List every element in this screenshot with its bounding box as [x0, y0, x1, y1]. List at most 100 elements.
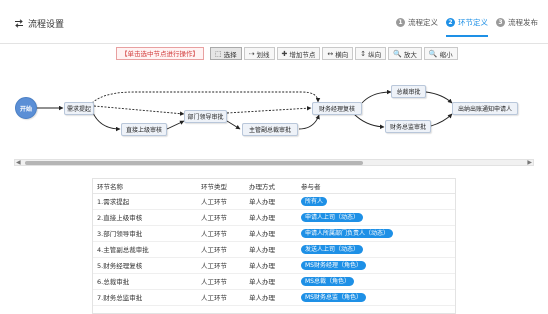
zoom-out-button-label: 缩小 — [439, 50, 453, 59]
step-number: 1 — [396, 18, 405, 27]
hint-text: 【单击选中节点进行操作】 — [116, 47, 204, 60]
add-node-button[interactable]: ✚ 增加节点 — [276, 47, 321, 60]
cell-name: 5.财务经理复核 — [93, 257, 197, 274]
participant-tag[interactable]: MS财务总监（角色） — [301, 292, 366, 302]
cell-type: 人工环节 — [197, 209, 245, 226]
cell-participant: 申请人所属部门负责人（动态） — [297, 225, 455, 242]
vertical-icon: ↕ — [360, 49, 367, 58]
edge-cfo-director — [353, 113, 385, 130]
cell-mode: 单人办理 — [245, 225, 297, 242]
column-header: 办理方式 — [245, 179, 297, 194]
participant-tag[interactable]: 申请人上司（动态） — [301, 212, 364, 222]
participant-tag[interactable]: 申请人所属部门负责人（动态） — [301, 228, 394, 238]
step-label: 流程发布 — [508, 18, 538, 27]
participant-tag[interactable]: MS总裁（角色） — [301, 276, 354, 286]
vertical-button-label: 纵向 — [368, 50, 382, 59]
cell-mode: 单人办理 — [245, 273, 297, 290]
zoom-in-button[interactable]: 🔍 放大 — [388, 47, 422, 60]
swap-icon — [15, 19, 23, 28]
edge-request-cfo — [91, 91, 321, 104]
column-header: 环节类型 — [197, 179, 245, 194]
cell-participant: MS财务总监（角色） — [297, 289, 455, 306]
flow-node[interactable]: 总裁审批 — [391, 85, 426, 98]
participant-tag[interactable]: 所有人 — [301, 196, 328, 206]
cell-name: 4.主管副总裁审批 — [93, 241, 197, 258]
vertical-button[interactable]: ↕ 纵向 — [355, 47, 387, 60]
page-title: 流程设置 — [28, 20, 65, 30]
participant-tag[interactable]: 发送人上司（动态） — [301, 244, 364, 254]
cursor-icon: ⬚ — [215, 49, 222, 58]
horizontal-button[interactable]: ↔ 横向 — [322, 47, 354, 60]
flow-toolbar: 【单击选中节点进行操作】 ⬚ 选择 ⇢ 划线 ✚ 增加节点 ↔ 横向 ↕ 纵向 … — [116, 47, 458, 60]
scrollbar-thumb[interactable] — [25, 161, 363, 165]
cell-mode: 单人办理 — [245, 289, 297, 306]
table-row[interactable]: 4.主管副总裁审批 人工环节 单人办理 发送人上司（动态） — [93, 241, 455, 258]
draw-line-button[interactable]: ⇢ 划线 — [243, 47, 275, 60]
edge-request-manager — [90, 107, 121, 132]
edge-dept-vp — [226, 120, 241, 130]
step-number: 3 — [496, 18, 505, 27]
cell-mode: 单人办理 — [245, 193, 297, 210]
zoom-out-icon: 🔍 — [428, 49, 438, 58]
select-button[interactable]: ⬚ 选择 — [210, 47, 242, 60]
scroll-right-icon[interactable]: ▶ — [527, 159, 532, 166]
cell-name: 1.需求提起 — [93, 193, 197, 210]
tab-step-1[interactable]: 1 流程定义 — [396, 17, 438, 34]
edge-director-cashier — [430, 113, 453, 127]
flow-node[interactable]: 直接上级审核 — [121, 123, 167, 136]
cell-participant: MS总裁（角色） — [297, 273, 455, 290]
cell-mode: 单人办理 — [245, 241, 297, 258]
table-row[interactable]: 6.总裁审批 人工环节 单人办理 MS总裁（角色） — [93, 273, 455, 290]
draw-line-button-label: 划线 — [256, 50, 270, 59]
select-button-label: 选择 — [223, 50, 237, 59]
flow-node[interactable]: 财务经理复核 — [312, 102, 362, 115]
step-label: 环节定义 — [458, 18, 488, 27]
page-title-group: 流程设置 — [14, 17, 64, 30]
cell-type: 人工环节 — [197, 273, 245, 290]
flow-node[interactable]: 部门领导审批 — [184, 110, 227, 123]
line-icon: ⇢ — [248, 49, 255, 58]
cell-name: 6.总裁审批 — [93, 273, 197, 290]
plus-icon: ✚ — [281, 49, 288, 58]
cell-participant: MS财务经理（角色） — [297, 257, 455, 274]
flow-node-start[interactable]: 开始 — [15, 97, 37, 119]
tab-step-3[interactable]: 3 流程发布 — [496, 17, 538, 34]
table-row[interactable]: 3.部门领导审批 人工环节 单人办理 申请人所属部门负责人（动态） — [93, 225, 455, 242]
scroll-left-icon[interactable]: ◀ — [16, 159, 21, 166]
cell-name: 7.财务总监审批 — [93, 289, 197, 306]
horizontal-icon: ↔ — [327, 49, 334, 58]
cell-mode: 单人办理 — [245, 257, 297, 274]
flow-canvas[interactable]: 开始 需求提起 直接上级审核 部门领导审批 主管副总裁审批 财务经理复核 总裁审… — [14, 66, 534, 158]
edge-president-cashier — [425, 91, 453, 104]
table-header-row: 环节名称 环节类型 办理方式 参与者 — [93, 179, 455, 194]
cell-name: 2.直接上级审核 — [93, 209, 197, 226]
table-row[interactable]: 5.财务经理复核 人工环节 单人办理 MS财务经理（角色） — [93, 257, 455, 274]
horizontal-scrollbar[interactable]: ◀ ▶ — [14, 159, 534, 166]
cell-participant: 发送人上司（动态） — [297, 241, 455, 258]
cell-type: 人工环节 — [197, 257, 245, 274]
edge-cfo-president — [361, 89, 392, 104]
flow-node[interactable]: 主管副总裁审批 — [242, 123, 298, 136]
cell-participant: 所有人 — [297, 193, 455, 210]
zoom-out-button[interactable]: 🔍 缩小 — [423, 47, 458, 60]
step-label: 流程定义 — [408, 18, 438, 27]
tab-step-2[interactable]: 2 环节定义 — [446, 17, 488, 37]
flow-node[interactable]: 需求提起 — [64, 102, 94, 115]
cell-participant: 申请人上司（动态） — [297, 209, 455, 226]
cell-type: 人工环节 — [197, 193, 245, 210]
cell-type: 人工环节 — [197, 241, 245, 258]
add-node-button-label: 增加节点 — [289, 50, 316, 59]
participant-tag[interactable]: MS财务经理（角色） — [301, 260, 366, 270]
step-tabs: 1 流程定义 2 环节定义 3 流程发布 — [396, 17, 538, 37]
zoom-in-button-label: 放大 — [403, 50, 417, 59]
flow-node[interactable]: 出纳出账通知申请人 — [452, 102, 518, 115]
column-header: 参与者 — [297, 179, 455, 194]
table-row[interactable]: 2.直接上级审核 人工环节 单人办理 申请人上司（动态） — [93, 209, 455, 226]
cell-name: 3.部门领导审批 — [93, 225, 197, 242]
horizontal-button-label: 横向 — [335, 50, 349, 59]
edge-vp-cfo — [298, 114, 320, 130]
table-row[interactable]: 1.需求提起 人工环节 单人办理 所有人 — [93, 193, 455, 210]
table-row[interactable]: 7.财务总监审批 人工环节 单人办理 MS财务总监（角色） — [93, 289, 455, 306]
cell-mode: 单人办理 — [245, 209, 297, 226]
flow-node[interactable]: 财务总监审批 — [385, 120, 431, 133]
